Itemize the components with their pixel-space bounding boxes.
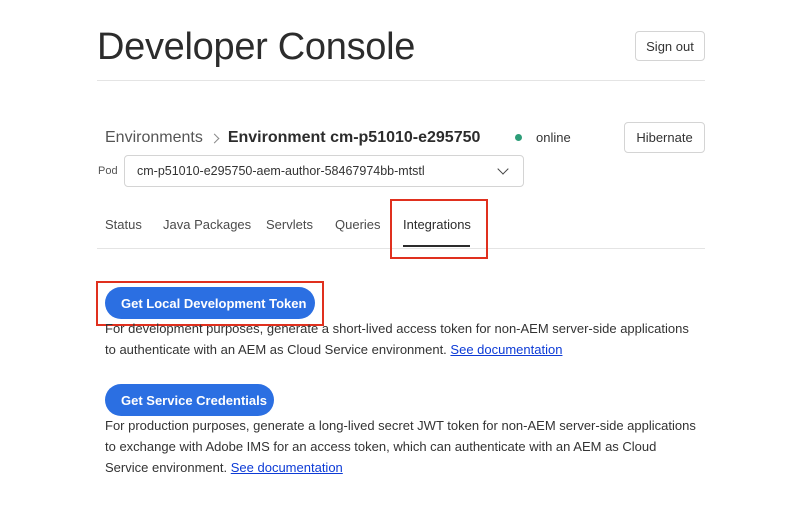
chevron-down-icon [497, 163, 509, 175]
tab-integrations[interactable]: Integrations [403, 217, 471, 232]
breadcrumb-current-environment: Environment cm-p51010-e295750 [227, 129, 481, 146]
tab-bar: Status Java Packages Servlets Queries In… [97, 206, 705, 249]
token-see-documentation-link[interactable]: See documentation [450, 342, 562, 357]
token-description: For development purposes, generate a sho… [105, 318, 705, 360]
breadcrumb-environments-link[interactable]: Environments [105, 129, 203, 147]
header-divider [97, 80, 705, 81]
tab-queries[interactable]: Queries [335, 217, 381, 232]
environment-status: online [515, 130, 571, 145]
status-text: online [536, 130, 571, 145]
token-description-text: to authenticate with an AEM as Cloud Ser… [105, 342, 447, 357]
get-local-development-token-button[interactable]: Get Local Development Token [105, 287, 315, 319]
pod-select-value: cm-p51010-e295750-aem-author-58467974bb-… [137, 164, 425, 178]
credentials-description-line: For production purposes, generate a long… [105, 418, 696, 433]
sign-out-button[interactable]: Sign out [635, 31, 705, 61]
tab-status[interactable]: Status [105, 217, 142, 232]
pod-select[interactable]: cm-p51010-e295750-aem-author-58467974bb-… [124, 155, 524, 187]
credentials-description-text: Service environment. [105, 460, 228, 475]
credentials-description-line: to exchange with Adobe IMS for an access… [105, 439, 657, 454]
get-service-credentials-button[interactable]: Get Service Credentials [105, 384, 274, 416]
status-dot-icon [515, 134, 522, 141]
active-tab-indicator [403, 245, 470, 247]
hibernate-button[interactable]: Hibernate [624, 122, 705, 153]
credentials-description-line: Service environment. See documentation [105, 457, 705, 478]
credentials-see-documentation-link[interactable]: See documentation [231, 460, 343, 475]
token-description-line: to authenticate with an AEM as Cloud Ser… [105, 339, 705, 360]
page-title: Developer Console [97, 26, 416, 68]
chevron-right-icon [209, 133, 220, 143]
tab-java-packages[interactable]: Java Packages [163, 217, 251, 232]
token-description-line: For development purposes, generate a sho… [105, 321, 689, 336]
breadcrumb: Environments Environment cm-p51010-e2957… [105, 129, 480, 147]
credentials-description: For production purposes, generate a long… [105, 415, 705, 478]
pod-label: Pod [98, 165, 118, 177]
tab-servlets[interactable]: Servlets [266, 217, 313, 232]
